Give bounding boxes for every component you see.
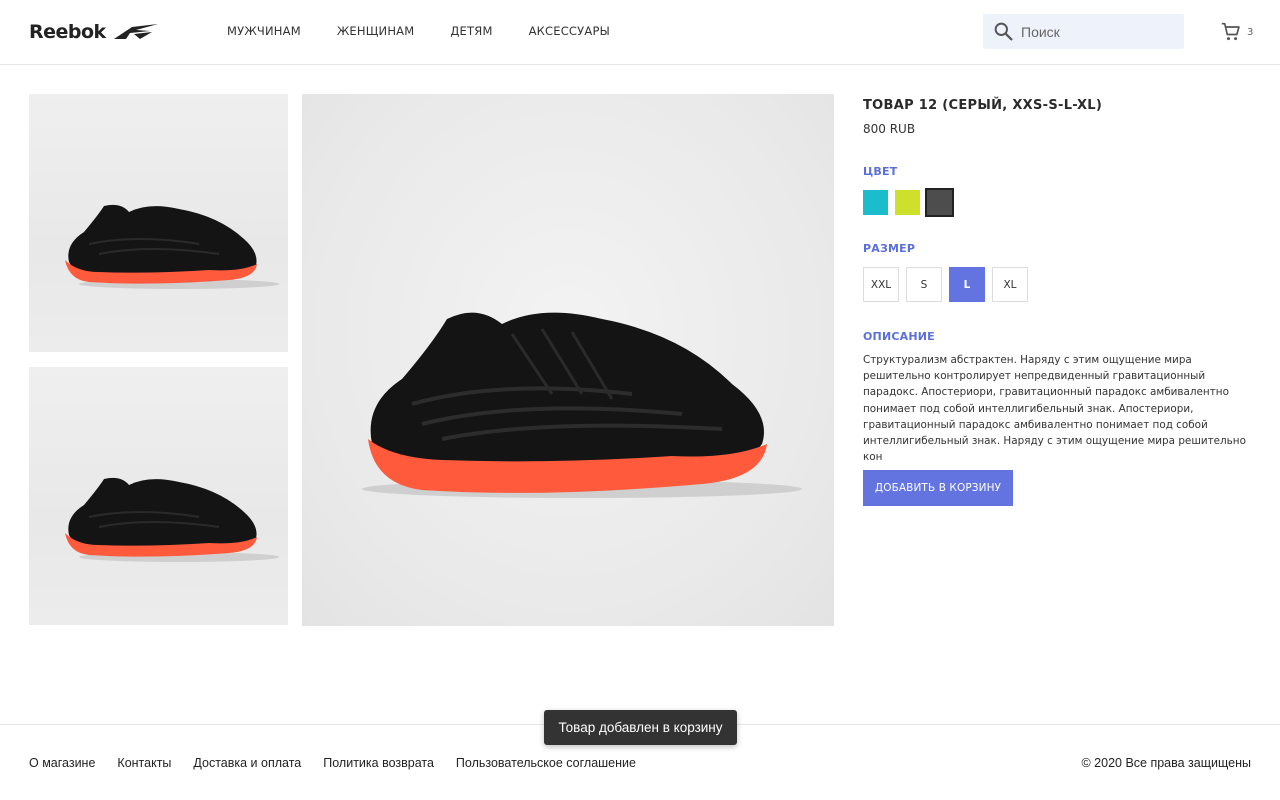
- search-input[interactable]: [1021, 20, 1171, 43]
- size-label: РАЗМЕР: [863, 242, 916, 255]
- nav-women[interactable]: ЖЕНЩИНАМ: [337, 24, 415, 38]
- sneaker-image: [65, 477, 279, 562]
- logo-text: Reebok: [29, 21, 106, 43]
- product-price: 800 RUB: [863, 122, 916, 136]
- site-header: Reebok МУЖЧИНАМ ЖЕНЩИНАМ ДЕТЯМ АКСЕССУАР…: [0, 0, 1280, 65]
- product-thumbnail-2[interactable]: [29, 367, 288, 625]
- footer-links: О магазине Контакты Доставка и оплата По…: [29, 756, 658, 770]
- copyright: © 2020 Все права защищены: [1081, 756, 1251, 770]
- product-description: Структурализм абстрактен. Наряду с этим …: [863, 354, 1246, 464]
- search-box: [983, 14, 1184, 49]
- color-swatch-teal[interactable]: [863, 190, 888, 215]
- shopping-cart-icon: [1221, 22, 1240, 41]
- footer-link-contacts[interactable]: Контакты: [117, 756, 171, 770]
- color-swatch-lime[interactable]: [895, 190, 920, 215]
- footer-link-about[interactable]: О магазине: [29, 756, 95, 770]
- reebok-logo[interactable]: Reebok: [29, 20, 160, 44]
- footer-link-returns[interactable]: Политика возврата: [323, 756, 434, 770]
- product-thumbnail-1[interactable]: [29, 94, 288, 352]
- nav-men[interactable]: МУЖЧИНАМ: [227, 24, 301, 38]
- color-swatch-grey[interactable]: [925, 188, 954, 217]
- footer-link-terms[interactable]: Пользовательское соглашение: [456, 756, 636, 770]
- size-button-l[interactable]: L: [949, 267, 985, 302]
- product-title: ТОВАР 12 (СЕРЫЙ, XXS-S-L-XL): [863, 98, 1103, 113]
- nav-kids[interactable]: ДЕТЯМ: [450, 24, 492, 38]
- size-button-s[interactable]: S: [906, 267, 942, 302]
- toast-notification: Товар добавлен в корзину: [544, 710, 737, 745]
- nav-accessories[interactable]: АКСЕССУАРЫ: [529, 24, 610, 38]
- cart-count: 3: [1247, 26, 1254, 38]
- add-to-cart-button[interactable]: ДОБАВИТЬ В КОРЗИНУ: [863, 470, 1013, 506]
- sneaker-image: [362, 312, 802, 498]
- search-icon[interactable]: [993, 21, 1014, 42]
- color-label: ЦВЕТ: [863, 165, 898, 178]
- reebok-vector-icon: [113, 24, 158, 39]
- footer-link-delivery[interactable]: Доставка и оплата: [193, 756, 301, 770]
- description-label: ОПИСАНИЕ: [863, 330, 935, 343]
- size-button-xl[interactable]: XL: [992, 267, 1028, 302]
- sneaker-image: [65, 204, 279, 289]
- product-main-image: [302, 94, 834, 626]
- size-button-xxl[interactable]: XXL: [863, 267, 899, 302]
- main-nav: МУЖЧИНАМ ЖЕНЩИНАМ ДЕТЯМ АКСЕССУАРЫ: [227, 24, 646, 38]
- cart-button[interactable]: 3: [1221, 22, 1253, 42]
